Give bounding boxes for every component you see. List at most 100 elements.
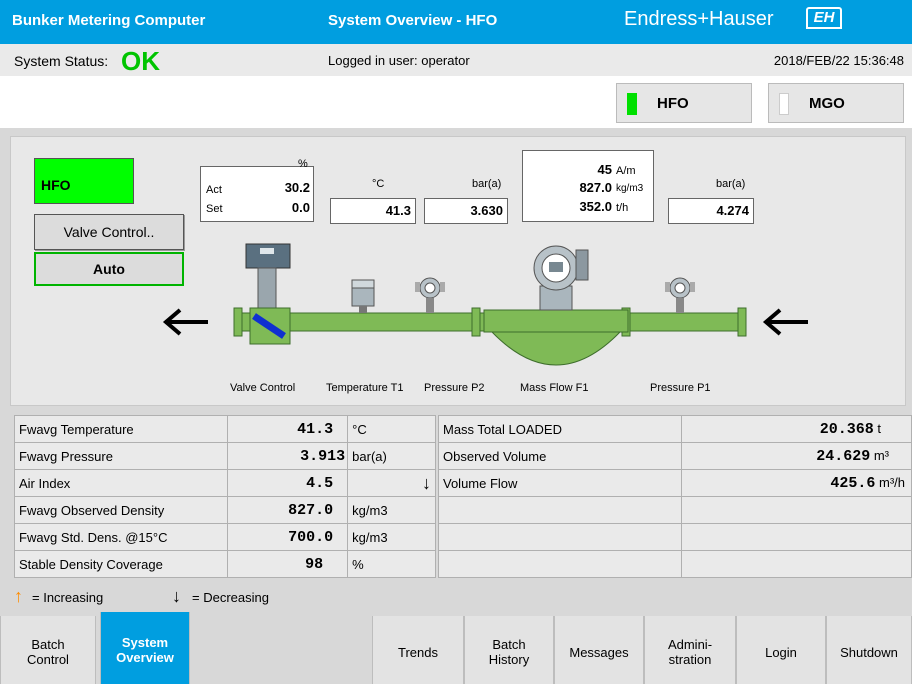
air-index-unit: A/m xyxy=(616,165,636,177)
label-mass-flow-f1: Mass Flow F1 xyxy=(520,382,589,394)
totals-table: Mass Total LOADED 20.368 t Observed Volu… xyxy=(437,415,912,578)
valve-set-value: 0.0 xyxy=(291,200,310,215)
pressure-sensor-p2-icon xyxy=(415,277,445,313)
system-status-value: OK xyxy=(121,46,160,76)
hfo-indicator xyxy=(627,93,637,115)
measurement-value: 827.0 xyxy=(227,496,349,524)
tab-shutdown[interactable]: Shutdown xyxy=(826,616,912,684)
pressure-sensor-p1-icon xyxy=(665,277,695,313)
brand-name: Endress+Hauser xyxy=(624,8,774,30)
table-row xyxy=(437,496,912,524)
status-bar: System Status: OK Logged in user: operat… xyxy=(0,44,912,76)
increasing-arrow-icon: ↑ xyxy=(14,586,23,606)
tab-messages[interactable]: Messages xyxy=(554,616,644,684)
total-value: 425.6 m³/h xyxy=(681,469,912,497)
measurement-name: Fwavg Pressure xyxy=(13,442,229,470)
table-row: Volume Flow 425.6 m³/h xyxy=(437,469,912,497)
table-row: Fwavg Observed Density 827.0 kg/m3 xyxy=(13,496,436,524)
valve-set-label: Set xyxy=(206,203,223,215)
flow-direction-left-arrow xyxy=(162,308,208,336)
tab-batch-control[interactable]: Batch Control xyxy=(0,616,96,684)
pressure-p2-unit: bar(a) xyxy=(472,178,502,190)
table-row: Air Index 4.5 ↓ xyxy=(13,469,436,497)
total-name xyxy=(437,523,683,551)
total-name xyxy=(437,496,683,524)
legend-decreasing: = Decreasing xyxy=(192,590,269,605)
table-row xyxy=(437,550,912,578)
logged-in-user: Logged in user: operator xyxy=(328,53,470,68)
measurement-name: Air Index xyxy=(13,469,229,497)
control-valve-icon xyxy=(245,243,291,345)
measurement-name: Fwavg Std. Dens. @15°C xyxy=(13,523,229,551)
product-indicator: HFO xyxy=(34,158,134,204)
mass-flow-meter-icon xyxy=(483,245,629,366)
total-name xyxy=(437,550,683,578)
mass-flow-unit: t/h xyxy=(616,202,629,214)
total-value: 24.629 m³ xyxy=(681,442,912,470)
total-value xyxy=(681,496,912,524)
valve-control-button[interactable]: Valve Control.. xyxy=(34,214,184,250)
table-row: Mass Total LOADED 20.368 t xyxy=(437,415,912,443)
measurement-unit: kg/m3 xyxy=(347,523,436,551)
air-index-value: 45 xyxy=(597,162,612,177)
pressure-p1-value: 4.274 xyxy=(668,198,754,224)
auto-mode-button[interactable]: Auto xyxy=(34,252,184,286)
measurement-unit: % xyxy=(347,550,436,578)
temperature-value: 41.3 xyxy=(330,198,416,224)
table-row: Fwavg Temperature 41.3 °C xyxy=(13,415,436,443)
measurement-unit: kg/m3 xyxy=(347,496,436,524)
hfo-button[interactable]: HFO xyxy=(616,83,752,123)
label-pressure-p1: Pressure P1 xyxy=(650,382,711,394)
label-valve-control: Valve Control xyxy=(230,382,296,394)
table-row xyxy=(437,523,912,551)
table-row: Observed Volume 24.629 m³ xyxy=(437,442,912,470)
tab-trends[interactable]: Trends xyxy=(372,616,464,684)
tab-batch-history[interactable]: Batch History xyxy=(464,616,554,684)
measurements-table: Fwavg Temperature 41.3 °C Fwavg Pressure… xyxy=(13,415,436,578)
decreasing-arrow-icon: ↓ xyxy=(172,586,181,606)
density-value: 827.0 xyxy=(579,180,612,195)
total-name: Observed Volume xyxy=(437,442,683,470)
temperature-sensor-icon xyxy=(351,279,375,313)
view-title: System Overview - HFO xyxy=(328,12,498,29)
tab-login[interactable]: Login xyxy=(736,616,826,684)
product-selector-bar: HFO MGO xyxy=(0,76,912,128)
pressure-p2-value: 3.630 xyxy=(424,198,508,224)
table-row: Fwavg Pressure 3.913 bar(a) xyxy=(13,442,436,470)
flow-direction-right-arrow xyxy=(762,308,808,336)
brand-logo: EH xyxy=(806,7,842,29)
label-pressure-p2: Pressure P2 xyxy=(424,382,485,394)
density-unit: kg/m3 xyxy=(616,183,644,194)
legend-increasing: = Increasing xyxy=(32,590,104,605)
title-bar: Bunker Metering Computer System Overview… xyxy=(0,0,912,44)
system-status-label: System Status: xyxy=(14,53,109,69)
temperature-unit: °C xyxy=(372,178,385,190)
mgo-indicator xyxy=(779,93,789,115)
measurement-unit: ↓ xyxy=(347,469,436,497)
measurement-value: 98 xyxy=(227,550,349,578)
tab-system-overview[interactable]: System Overview xyxy=(100,612,190,684)
app-title: Bunker Metering Computer xyxy=(12,12,206,29)
measurement-value: 700.0 xyxy=(227,523,349,551)
valve-act-label: Act xyxy=(206,184,222,196)
mgo-button-label: MGO xyxy=(809,95,845,112)
valve-act-value: 30.2 xyxy=(284,180,310,195)
hfo-button-label: HFO xyxy=(657,95,689,112)
measurement-name: Fwavg Observed Density xyxy=(13,496,229,524)
total-value: 20.368 t xyxy=(681,415,912,443)
mgo-button[interactable]: MGO xyxy=(768,83,904,123)
total-value xyxy=(681,523,912,551)
total-name: Volume Flow xyxy=(437,469,683,497)
measurement-name: Fwavg Temperature xyxy=(13,415,229,443)
valve-unit: % xyxy=(298,158,308,170)
pressure-p1-unit: bar(a) xyxy=(716,178,746,190)
measurement-value: 41.3 xyxy=(227,415,349,443)
measurement-unit: °C xyxy=(347,415,436,443)
label-temperature-t1: Temperature T1 xyxy=(326,382,404,394)
tab-administration[interactable]: Admini-stration xyxy=(644,616,736,684)
measurement-name: Stable Density Coverage xyxy=(13,550,229,578)
measurement-value: 4.5 xyxy=(227,469,349,497)
datetime: 2018/FEB/22 15:36:48 xyxy=(773,53,904,68)
measurement-unit: bar(a) xyxy=(347,442,436,470)
total-name: Mass Total LOADED xyxy=(437,415,683,443)
